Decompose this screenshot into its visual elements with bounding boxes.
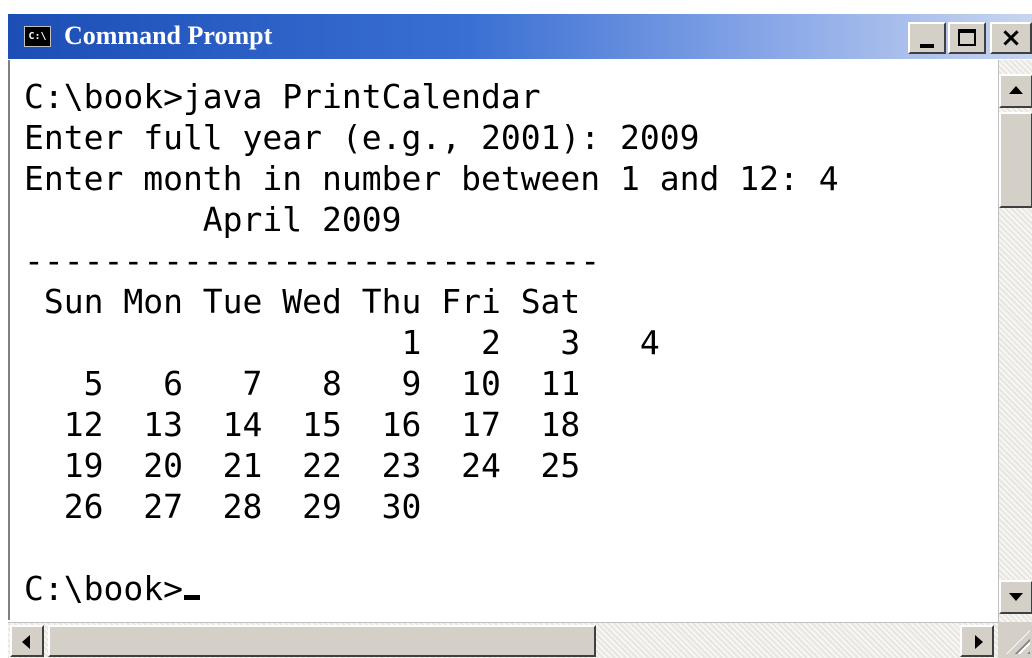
window-title: Command Prompt — [64, 21, 273, 50]
console-text: C:\book>java PrintCalendar Enter full ye… — [24, 76, 839, 609]
calendar-week-row: 19 20 21 22 23 24 25 — [24, 446, 581, 485]
horizontal-scroll-thumb[interactable] — [48, 625, 596, 657]
vertical-scrollbar[interactable] — [998, 60, 1032, 622]
title-bar[interactable]: C:\ Command Prompt × — [8, 14, 1032, 59]
scroll-left-button[interactable] — [10, 625, 44, 657]
calendar-week-row: 1 2 3 4 — [24, 323, 660, 362]
cmd-icon[interactable]: C:\ — [24, 26, 51, 47]
scroll-right-button[interactable] — [960, 625, 994, 657]
final-prompt: C:\book> — [24, 569, 183, 608]
console-output[interactable]: C:\book>java PrintCalendar Enter full ye… — [8, 60, 998, 620]
minimize-button[interactable] — [908, 22, 946, 54]
command-prompt-window: C:\ Command Prompt × C:\book>java PrintC… — [8, 14, 1032, 658]
calendar-separator: ----------------------------- — [24, 241, 601, 280]
arrow-up-icon — [1009, 86, 1023, 94]
calendar-week-row: 12 13 14 15 16 17 18 — [24, 405, 581, 444]
maximize-button[interactable] — [948, 22, 986, 54]
month-prompt-line: Enter month in number between 1 and 12: … — [24, 159, 839, 198]
minimize-icon — [920, 44, 934, 48]
maximize-icon — [958, 29, 976, 46]
close-icon: × — [1000, 23, 1022, 53]
command-line: C:\book>java PrintCalendar — [24, 77, 541, 116]
arrow-left-icon — [22, 635, 30, 649]
resize-grip-icon — [1006, 630, 1030, 654]
resize-grip[interactable] — [998, 622, 1032, 658]
arrow-down-icon — [1009, 593, 1023, 601]
scroll-up-button[interactable] — [999, 74, 1032, 108]
scroll-down-button[interactable] — [999, 580, 1032, 614]
text-cursor — [183, 595, 200, 600]
arrow-right-icon — [975, 635, 983, 649]
vertical-scroll-thumb[interactable] — [999, 112, 1032, 208]
year-prompt-line: Enter full year (e.g., 2001): 2009 — [24, 118, 700, 157]
calendar-week-row: 26 27 28 29 30 — [24, 487, 422, 526]
calendar-title: April 2009 — [24, 200, 402, 239]
close-button[interactable]: × — [990, 22, 1032, 54]
weekday-header: Sun Mon Tue Wed Thu Fri Sat — [24, 282, 581, 321]
calendar-week-row: 5 6 7 8 9 10 11 — [24, 364, 581, 403]
horizontal-scrollbar[interactable] — [8, 622, 998, 658]
